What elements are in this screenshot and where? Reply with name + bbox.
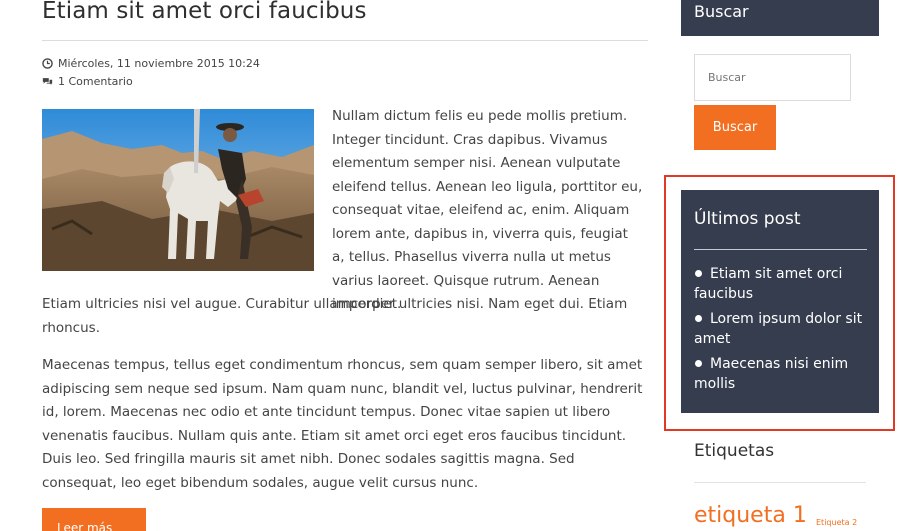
post-paragraph-1-continued: Etiam ultricies nisi vel augue. Curabitu… bbox=[42, 296, 628, 336]
clock-icon bbox=[42, 58, 53, 69]
tag-link[interactable]: etiqueta 1 bbox=[694, 503, 807, 528]
post-paragraph-2: Maecenas tempus, tellus eget condimentum… bbox=[42, 357, 643, 491]
search-input[interactable] bbox=[694, 54, 851, 101]
recent-posts-widget: Últimos post Etiam sit amet orci faucibu… bbox=[681, 190, 879, 413]
recent-posts-divider bbox=[694, 249, 867, 250]
post-image[interactable] bbox=[42, 109, 314, 271]
recent-post-item[interactable]: Maecenas nisi enim mollis bbox=[694, 354, 870, 394]
bullet-icon bbox=[695, 314, 702, 322]
post-comments-link[interactable]: 1 Comentario bbox=[58, 75, 133, 88]
bullet-icon bbox=[695, 359, 702, 367]
read-more-button[interactable]: Leer más bbox=[42, 508, 146, 531]
recent-post-link[interactable]: Lorem ipsum dolor sit amet bbox=[694, 311, 862, 347]
comments-icon bbox=[42, 76, 53, 87]
tags-divider bbox=[694, 482, 866, 483]
search-button[interactable]: Buscar bbox=[694, 105, 776, 150]
recent-post-item[interactable]: Etiam sit amet orci faucibus bbox=[694, 264, 870, 304]
recent-posts-title: Últimos post bbox=[694, 209, 801, 229]
post-date: Miércoles, 11 noviembre 2015 10:24 bbox=[42, 57, 260, 70]
post-paragraph-1: Nullam dictum felis eu pede mollis preti… bbox=[332, 108, 643, 312]
tags-widget-title: Etiquetas bbox=[694, 441, 775, 461]
recent-post-item[interactable]: Lorem ipsum dolor sit amet bbox=[694, 309, 870, 349]
post-date-text: Miércoles, 11 noviembre 2015 10:24 bbox=[58, 57, 260, 70]
recent-post-link[interactable]: Etiam sit amet orci faucibus bbox=[694, 266, 842, 302]
title-divider bbox=[42, 40, 648, 41]
bullet-icon bbox=[695, 269, 702, 277]
post-title[interactable]: Etiam sit amet orci faucibus bbox=[42, 0, 367, 24]
recent-post-link[interactable]: Maecenas nisi enim mollis bbox=[694, 356, 848, 392]
tag-link[interactable]: Etiqueta 2 bbox=[816, 518, 857, 527]
search-widget-title: Buscar bbox=[681, 0, 879, 36]
recent-posts-list: Etiam sit amet orci faucibus Lorem ipsum… bbox=[694, 264, 870, 399]
post-comments[interactable]: 1 Comentario bbox=[42, 75, 133, 88]
